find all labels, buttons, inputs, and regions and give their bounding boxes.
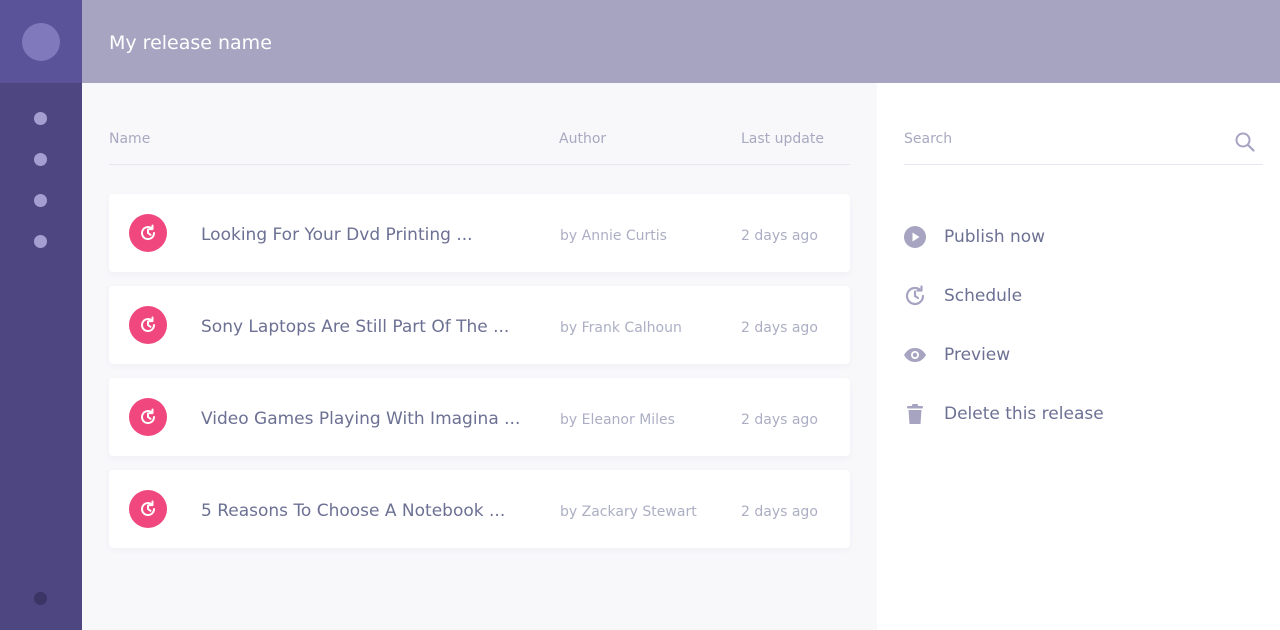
delete-release-label: Delete this release — [944, 404, 1104, 424]
preview-label: Preview — [944, 345, 1011, 365]
avatar[interactable] — [22, 23, 60, 61]
list-item[interactable]: Looking For Your Dvd Printing ... by Ann… — [109, 194, 850, 272]
row-title: Looking For Your Dvd Printing ... — [201, 225, 473, 245]
schedule-button[interactable]: Schedule — [903, 281, 1233, 311]
header-divider — [109, 164, 850, 165]
row-date: 2 days ago — [741, 320, 818, 336]
list-item[interactable]: Video Games Playing With Imagina ... by … — [109, 378, 850, 456]
search-input[interactable] — [904, 127, 1224, 151]
publish-now-label: Publish now — [944, 227, 1046, 247]
row-date: 2 days ago — [741, 504, 818, 520]
sidebar-item-2[interactable] — [34, 153, 47, 166]
column-header-last-update[interactable]: Last update — [741, 131, 824, 147]
row-title: 5 Reasons To Choose A Notebook ... — [201, 501, 506, 521]
sidebar-bottom-item[interactable] — [34, 592, 47, 605]
row-date: 2 days ago — [741, 228, 818, 244]
play-icon — [903, 225, 927, 249]
row-title: Video Games Playing With Imagina ... — [201, 409, 521, 429]
schedule-label: Schedule — [944, 286, 1023, 306]
page-title: My release name — [109, 32, 272, 54]
column-header-author[interactable]: Author — [559, 131, 606, 147]
row-author: by Frank Calhoun — [560, 320, 682, 336]
header: My release name — [82, 0, 1280, 83]
list-item[interactable]: 5 Reasons To Choose A Notebook ... by Za… — [109, 470, 850, 548]
sidebar-item-4[interactable] — [34, 235, 47, 248]
schedule-icon — [903, 284, 927, 308]
row-author: by Zackary Stewart — [560, 504, 697, 520]
sidebar-item-3[interactable] — [34, 194, 47, 207]
release-list: Name Author Last update Looking For Your… — [82, 83, 877, 630]
column-header-name[interactable]: Name — [109, 131, 150, 147]
actions-panel: Publish now Schedule Preview Delete this… — [877, 83, 1280, 630]
delete-release-button[interactable]: Delete this release — [903, 399, 1233, 429]
row-author: by Eleanor Miles — [560, 412, 675, 428]
trash-icon — [903, 402, 927, 426]
list-item[interactable]: Sony Laptops Are Still Part Of The ... b… — [109, 286, 850, 364]
eye-icon — [903, 343, 927, 367]
sidebar — [0, 0, 82, 630]
publish-now-button[interactable]: Publish now — [903, 222, 1233, 252]
search-icon[interactable] — [1234, 131, 1256, 153]
preview-button[interactable]: Preview — [903, 340, 1233, 370]
scheduled-icon — [129, 398, 167, 436]
scheduled-icon — [129, 214, 167, 252]
row-author: by Annie Curtis — [560, 228, 667, 244]
sidebar-item-1[interactable] — [34, 112, 47, 125]
row-title: Sony Laptops Are Still Part Of The ... — [201, 317, 510, 337]
row-date: 2 days ago — [741, 412, 818, 428]
scheduled-icon — [129, 490, 167, 528]
sidebar-header — [0, 0, 82, 83]
scheduled-icon — [129, 306, 167, 344]
search-divider — [904, 164, 1263, 165]
